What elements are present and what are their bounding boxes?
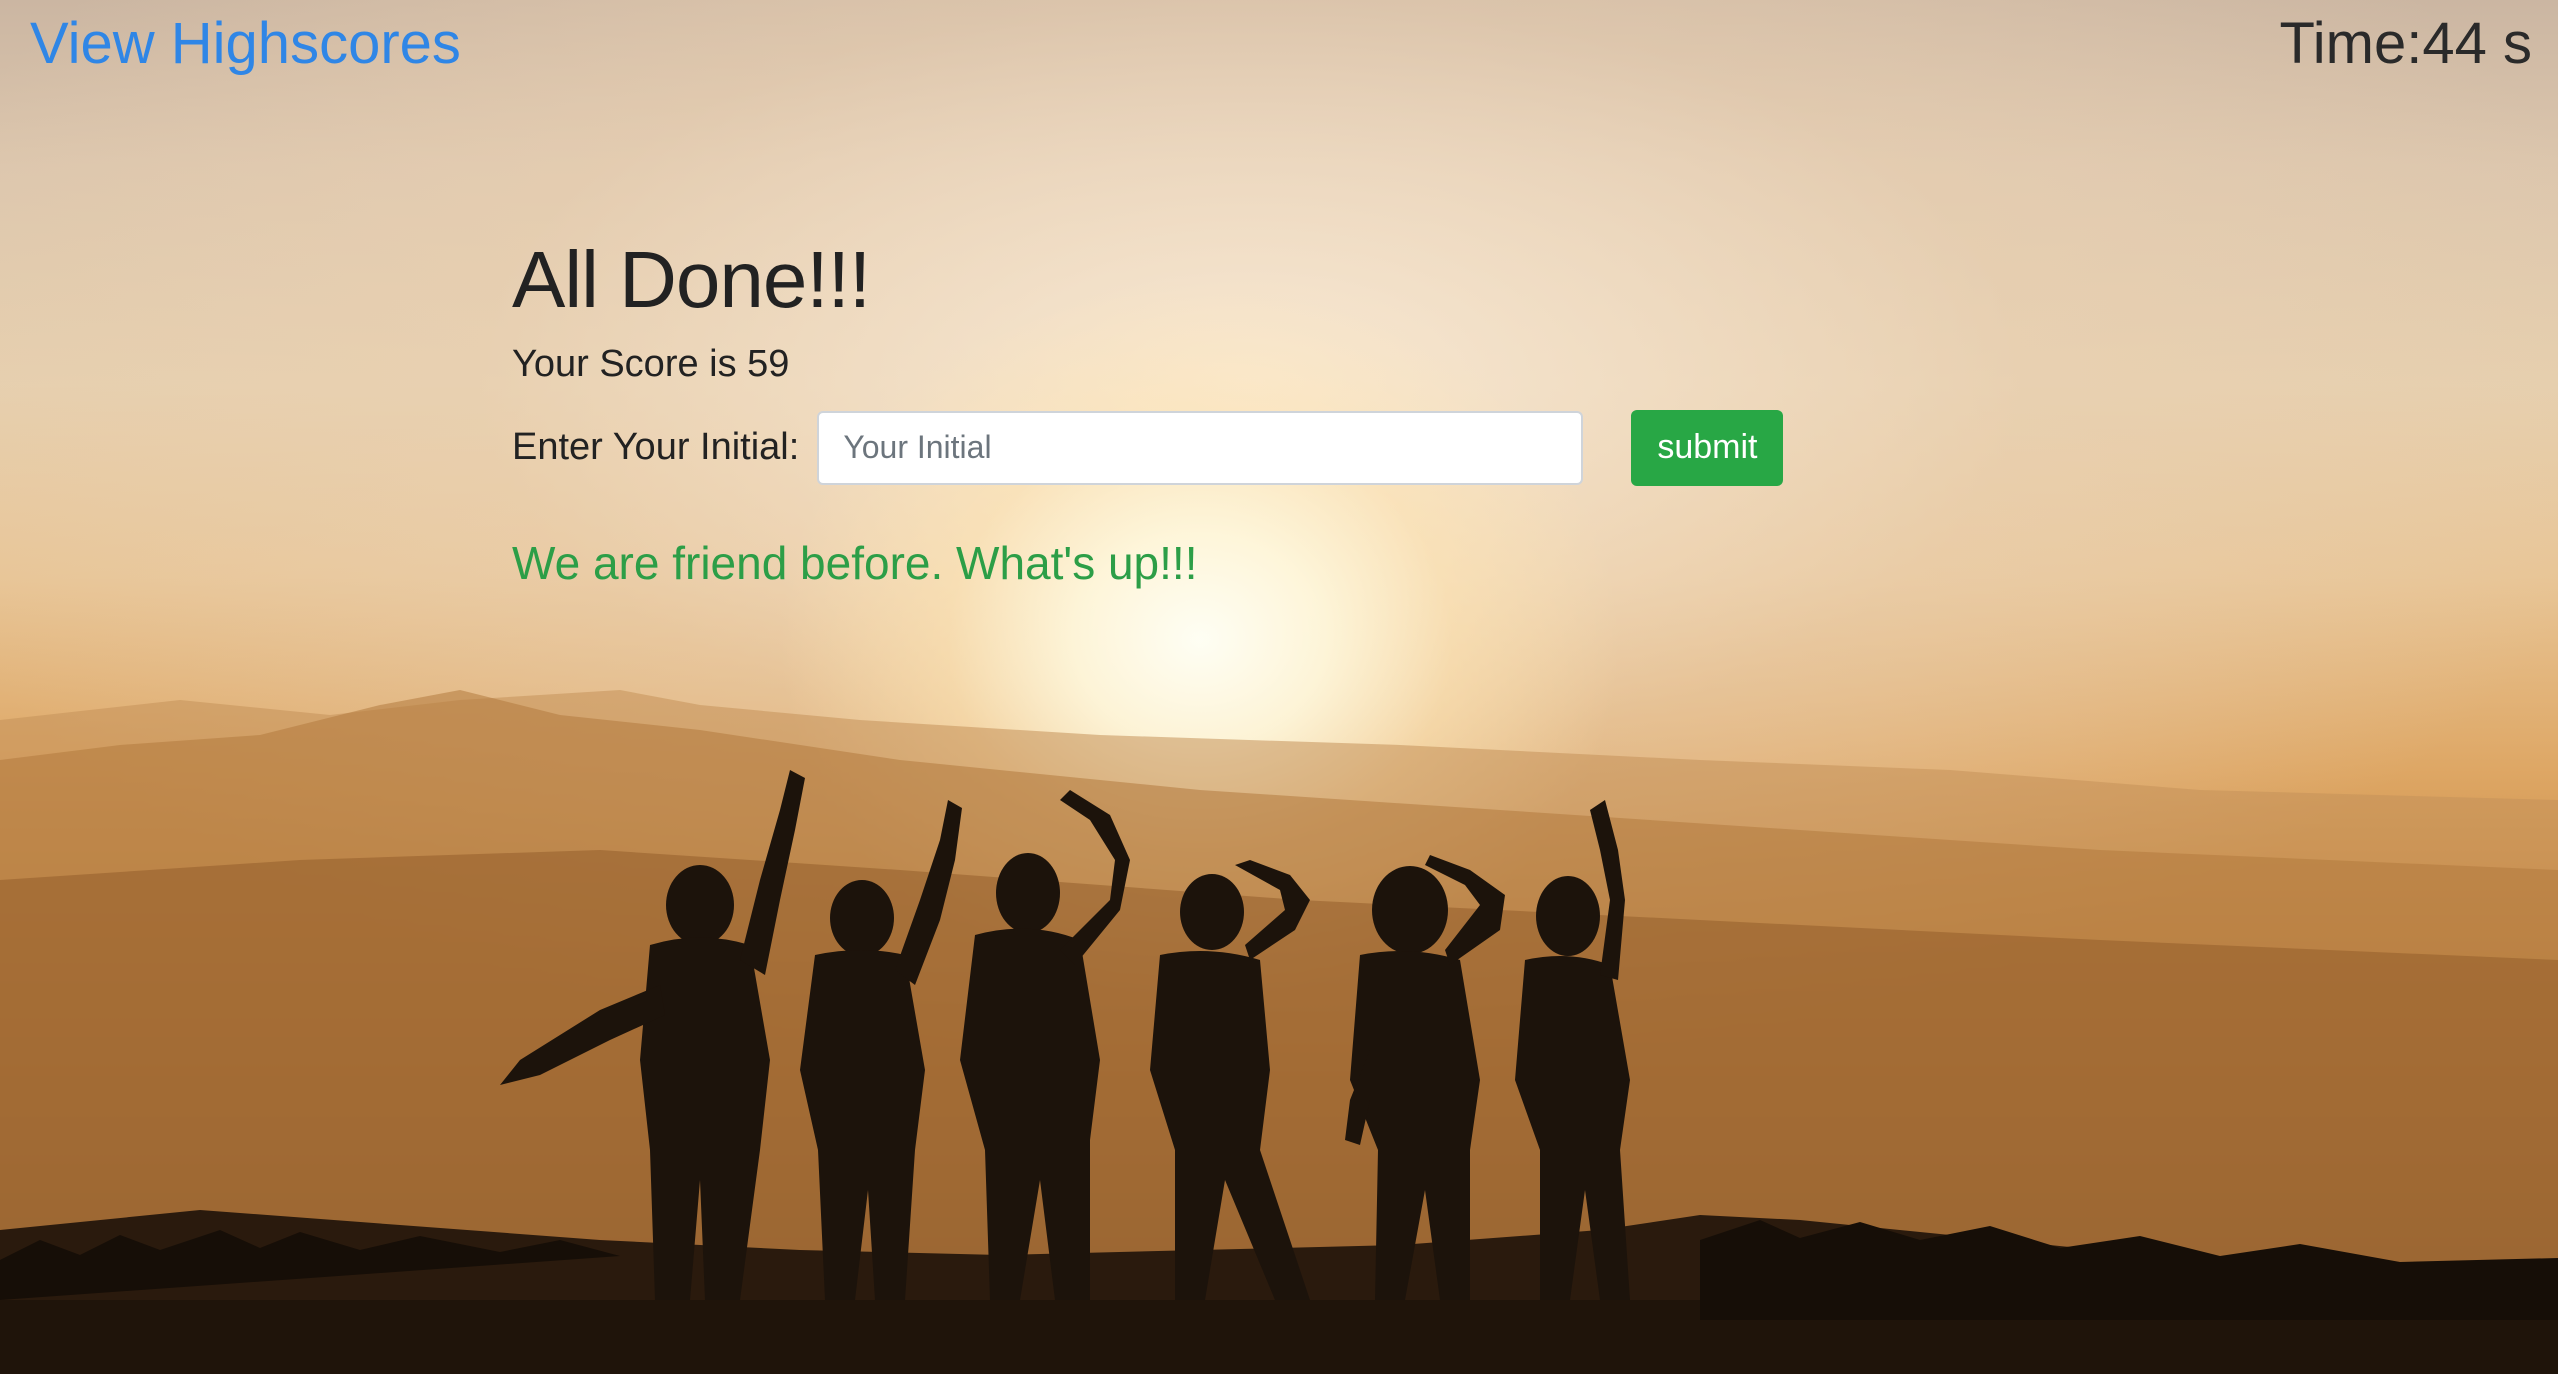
score-line: Your Score is 59 [512,342,1912,388]
initial-input[interactable] [817,410,1584,485]
score-prefix: Your Score is [512,343,748,385]
page-title: All Done!!! [512,235,871,324]
view-highscores-link[interactable]: View Highscores [30,12,461,76]
background-scene: View Highscores Time:44 s All Done!!! Yo… [0,0,2558,1374]
initial-label: Enter Your Initial: [512,426,800,469]
feedback-message: We are friend before. What's up!!! [512,536,1198,589]
score-value: 59 [747,343,790,385]
initials-form: Enter Your Initial: submit [512,409,1912,486]
results-panel: All Done!!! Your Score is 59 Enter Your … [512,232,1912,591]
timer: Time:44 s [2280,12,2533,76]
background-image [0,690,2558,1374]
timer-prefix: Time: [2279,11,2423,76]
timer-unit: s [2486,11,2532,76]
timer-value: 44 [2422,11,2487,76]
submit-button[interactable]: submit [1631,409,1784,486]
